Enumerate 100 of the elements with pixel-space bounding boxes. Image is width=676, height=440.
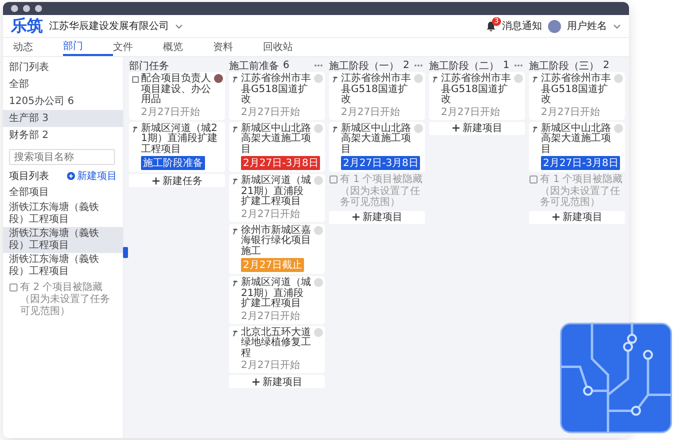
card-title: 江苏省徐州市丰县G518国道扩改 [541, 74, 612, 106]
column-title: 部门任务 [129, 60, 169, 72]
add-button[interactable]: 新建任务 [129, 174, 225, 187]
plus-icon [152, 176, 160, 184]
card-date: 2月27日开始 [141, 106, 202, 118]
task-card[interactable]: 江苏省徐州市丰县G518国道扩改 2月27日开始 [529, 72, 625, 120]
hammer-icon [432, 76, 439, 83]
tab[interactable]: 资料 [213, 38, 263, 56]
project-item[interactable]: 浙铁江东海塘（義铁段）工程项目 [3, 253, 123, 279]
bell-icon[interactable] [486, 20, 496, 32]
card-title: 配合项目负责人项目建设、办公用品 [141, 74, 212, 106]
card-date: 2月27日开始 [241, 208, 302, 220]
column-count: 2 [403, 60, 410, 71]
task-card[interactable]: 新城区河道（城21期）直浦段扩建工程项目 施工阶段准备 [129, 122, 225, 172]
task-card[interactable]: 徐州市新城区嘉海银行绿化项目施工 2月27日截止 [229, 224, 325, 274]
hidden-projects-note: 有 1 个项目被隐藏（因为未设置了任务可见范围） [540, 174, 624, 208]
project-item[interactable]: 浙铁江东海塘（義铁段）工程项目 [3, 201, 123, 227]
column-count: 2 [603, 60, 610, 71]
column-title: 施工阶段（三） [529, 60, 599, 72]
card-date: 2月27日开始 [341, 106, 402, 118]
add-button[interactable]: 新建项目 [329, 210, 425, 224]
hammer-icon [232, 76, 239, 83]
card-title: 新城区河道（城21期）直浦段扩建工程项目 [141, 124, 218, 155]
task-card[interactable]: 新城区中山北路高架大道施工项目 2月27日-3月8日 [529, 122, 625, 172]
date-tag: 2月27日-3月8日 [341, 156, 420, 170]
column-count: 6 [283, 60, 290, 71]
new-project-button[interactable]: 新建项目 [67, 168, 117, 182]
card-title: 新城区河道（城21期）直浦段扩建工程项目 [241, 278, 312, 310]
plus-icon [252, 378, 260, 386]
date-tag: 2月27日-3月8日 [541, 156, 620, 170]
department-item[interactable]: 生产部 3 [3, 110, 123, 127]
circuit-app-icon [560, 322, 672, 434]
task-card[interactable]: 江苏省徐州市丰县G518国道扩改 2月27日开始 [329, 72, 425, 120]
add-button[interactable]: 新建项目 [229, 375, 325, 388]
more-icon[interactable] [514, 64, 523, 67]
hammer-icon [232, 178, 239, 185]
checkbox-icon [329, 175, 338, 184]
checkbox-icon [9, 283, 18, 292]
tab[interactable]: 概览 [163, 38, 213, 56]
hidden-projects-note: 有 1 个项目被隐藏（因为未设置了任务可见范围） [340, 174, 424, 208]
task-card[interactable]: 新城区河道（城21期）直浦段扩建工程项目 2月27日开始 [229, 276, 325, 324]
card-title: 江苏省徐州市丰县G518国道扩改 [441, 74, 512, 106]
section-heading: 部门列表 [8, 60, 50, 74]
task-card[interactable]: 新城区河道（城21期）直浦段扩建工程项目 2月27日开始 [229, 174, 325, 222]
column-title: 施工前准备 [229, 60, 279, 72]
hammer-icon [232, 228, 239, 234]
notification-label[interactable]: 消息通知 [502, 19, 542, 33]
tab[interactable]: 动态 [13, 38, 63, 56]
checkbox-icon [132, 76, 139, 83]
tab[interactable]: 部门 [63, 38, 113, 56]
hidden-projects-note: 有 2 个项目被隐藏（因为未设置了任务可见范围） [20, 282, 111, 318]
hammer-icon [232, 330, 239, 336]
department-item[interactable]: 全部 [3, 76, 123, 93]
avatar[interactable] [548, 20, 561, 32]
card-date: 2月27日开始 [241, 360, 302, 371]
tab[interactable]: 文件 [113, 38, 163, 56]
card-title: 徐州市新城区嘉海银行绿化项目施工 [241, 226, 312, 257]
collapse-handle[interactable] [123, 247, 128, 258]
company-name[interactable]: 江苏华辰建设发展有限公司 [49, 19, 169, 33]
column-count: 1 [503, 60, 510, 71]
task-card[interactable]: 新城区中山北路高架大道施工项目 2月27日-3月8日 [329, 122, 425, 172]
plus-circle-icon[interactable] [67, 172, 75, 180]
more-icon[interactable] [414, 64, 423, 67]
section-heading: 项目列表 [9, 170, 49, 182]
card-title: 新城区中山北路高架大道施工项目 [241, 124, 312, 155]
hammer-icon [332, 126, 339, 132]
hammer-icon [532, 76, 539, 83]
card-date: 2月27日开始 [241, 310, 302, 322]
card-date: 2月27日开始 [241, 106, 302, 118]
hammer-icon [332, 76, 339, 83]
user-name[interactable]: 用户姓名 [567, 19, 607, 33]
task-card[interactable]: 北京北五环大道绿地绿植修复工程 2月27日开始 [229, 326, 325, 373]
date-tag: 2月27日截止 [241, 258, 304, 272]
hammer-icon [532, 126, 539, 132]
card-title: 江苏省徐州市丰县G518国道扩改 [341, 74, 412, 106]
tab[interactable]: 回收站 [263, 38, 313, 56]
task-card[interactable]: 江苏省徐州市丰县G518国道扩改 2月27日开始 [229, 72, 325, 120]
hammer-icon [132, 126, 139, 132]
project-item[interactable]: 全部项目 [3, 184, 123, 201]
department-item[interactable]: 1205办公司 6 [3, 93, 123, 110]
task-card[interactable]: 江苏省徐州市丰县G518国道扩改 2月27日开始 [429, 72, 525, 120]
hammer-icon [232, 280, 239, 287]
card-title: 新城区河道（城21期）直浦段扩建工程项目 [241, 176, 312, 208]
card-date: 2月27日开始 [441, 106, 502, 118]
department-item[interactable]: 财务部 2 [3, 127, 123, 144]
card-title: 江苏省徐州市丰县G518国道扩改 [241, 74, 312, 106]
task-card[interactable]: 新城区中山北路高架大道施工项目 2月27日-3月8日 [229, 122, 325, 172]
chevron-down-icon[interactable] [613, 22, 621, 30]
add-button[interactable]: 新建项目 [429, 122, 525, 134]
project-item[interactable]: 浙铁江东海塘（義铁段）工程项目 [3, 227, 123, 253]
more-icon[interactable] [314, 64, 323, 67]
task-card[interactable]: 配合项目负责人项目建设、办公用品 2月27日开始 [129, 72, 225, 120]
add-button[interactable]: 新建项目 [529, 210, 625, 224]
plus-icon [352, 213, 360, 221]
card-title: 北京北五环大道绿地绿植修复工程 [241, 328, 312, 359]
chevron-down-icon[interactable] [175, 22, 183, 30]
date-tag: 2月27日-3月8日 [241, 156, 320, 170]
search-field[interactable]: 搜索项目名称 [9, 149, 115, 165]
app-logo: 乐筑 [11, 16, 43, 36]
plus-icon [452, 124, 460, 132]
